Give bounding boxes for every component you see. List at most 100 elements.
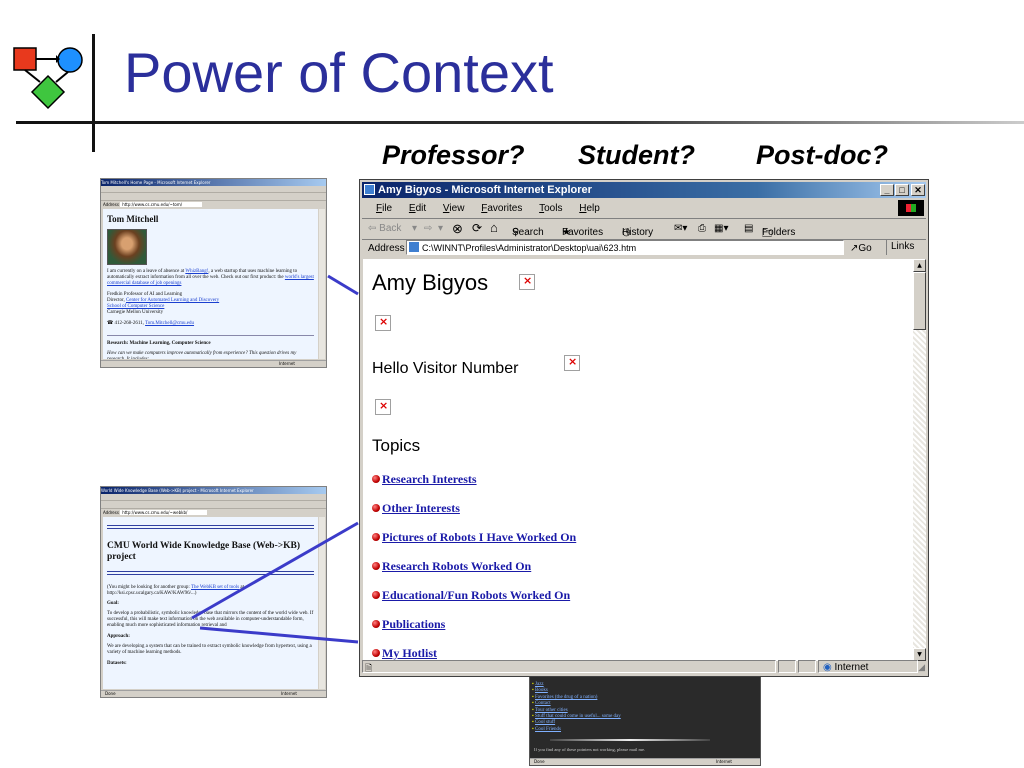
tom-scrollbar[interactable] bbox=[319, 209, 325, 359]
menu-tools[interactable]: Tools bbox=[539, 203, 562, 214]
topic-link-other-interests[interactable]: Other Interests bbox=[372, 501, 460, 516]
menu-edit[interactable]: Edit bbox=[409, 203, 426, 214]
resize-grip-icon[interactable]: ◢ bbox=[918, 660, 925, 674]
menu-favorites[interactable]: Favorites bbox=[481, 203, 522, 214]
edit-icon[interactable]: ▦▾ bbox=[714, 223, 728, 234]
topic-link-publications[interactable]: Publications bbox=[372, 617, 445, 632]
back-dropdown-icon[interactable]: ▾ bbox=[412, 223, 417, 234]
topic-link-research-interests[interactable]: Research Interests bbox=[372, 472, 477, 487]
bullet-icon bbox=[372, 504, 380, 512]
webkb-address-bar: Address http://www.cs.cmu.edu/~webkb/ bbox=[101, 509, 326, 516]
webkb-tools-link[interactable]: The WebKB set of tools bbox=[191, 585, 239, 590]
webkb-page-content: CMU World Wide Knowledge Base (Web->KB) … bbox=[103, 517, 318, 689]
bullet-icon bbox=[372, 591, 380, 599]
refresh-icon[interactable]: ⟳ bbox=[472, 221, 482, 235]
address-input[interactable]: C:\WINNT\Profiles\Administrator\Desktop\… bbox=[406, 240, 844, 255]
title-divider-horizontal bbox=[16, 121, 1024, 124]
broken-image-icon bbox=[375, 399, 391, 415]
ie-page-icon bbox=[364, 184, 375, 195]
broken-image-icon bbox=[564, 355, 580, 371]
home-icon[interactable]: ⌂ bbox=[490, 220, 498, 235]
question-postdoc: Post-doc? bbox=[756, 140, 888, 170]
dark-page-window: ▪ Jazz ▪ Books ▪ Favorites (the drug of … bbox=[529, 668, 761, 766]
status-page-icon: 🗎 bbox=[365, 663, 373, 673]
context-logo-icon bbox=[13, 47, 83, 110]
bullet-icon bbox=[372, 562, 380, 570]
topic-link-robot-pictures[interactable]: Pictures of Robots I Have Worked On bbox=[372, 530, 576, 545]
topic-link-hotlist[interactable]: My Hotlist bbox=[372, 646, 437, 661]
webkb-scrollbar[interactable] bbox=[319, 517, 325, 689]
menu-view[interactable]: View bbox=[443, 203, 465, 214]
webkb-window: World Wide Knowledge Base (Web->KB) proj… bbox=[100, 486, 327, 698]
topics-heading: Topics bbox=[372, 436, 421, 455]
scs-link[interactable]: School of Computer Science bbox=[107, 304, 164, 309]
menu-help[interactable]: Help bbox=[579, 203, 600, 214]
globe-icon: ◉ bbox=[823, 662, 832, 673]
visitor-counter-label: Hello Visitor Number bbox=[372, 360, 519, 377]
webkb-status-bar: Done Internet bbox=[101, 690, 326, 697]
windows-logo-icon bbox=[898, 200, 924, 216]
title-divider-vertical bbox=[92, 34, 95, 152]
slide-title: Power of Context bbox=[124, 41, 554, 104]
links-button[interactable]: Links » bbox=[886, 240, 926, 266]
status-cell bbox=[798, 660, 816, 673]
print-icon[interactable]: ⎙ bbox=[698, 223, 706, 234]
discuss-icon[interactable]: ▤ bbox=[744, 223, 753, 234]
stop-icon[interactable]: ⊗ bbox=[452, 221, 463, 237]
menu-file[interactable]: File bbox=[376, 203, 392, 214]
bullet-icon bbox=[372, 649, 380, 657]
tom-menu-bar bbox=[101, 186, 326, 193]
dark-rule bbox=[550, 739, 710, 741]
page-vertical-scrollbar[interactable]: ▲ ▼ bbox=[913, 259, 926, 661]
dark-link-list: ▪ Jazz ▪ Books ▪ Favorites (the drug of … bbox=[532, 682, 621, 733]
email-link[interactable]: Tom.Mitchell@cmu.edu bbox=[145, 321, 194, 326]
dark-footer: If you find any of these pointers not wo… bbox=[534, 747, 646, 752]
tom-name-heading: Tom Mitchell bbox=[107, 214, 159, 224]
ie-status-bar: 🗎 ◉ Internet ◢ bbox=[362, 660, 926, 674]
whizbang-link[interactable]: WhizBang! bbox=[185, 269, 208, 274]
webkb-toolbar bbox=[101, 501, 326, 509]
scroll-thumb[interactable] bbox=[913, 272, 926, 330]
mail-icon[interactable]: ✉▾ bbox=[674, 223, 687, 234]
question-professor: Professor? bbox=[382, 140, 525, 170]
webkb-heading: CMU World Wide Knowledge Base (Web->KB) … bbox=[107, 541, 301, 562]
tom-address-bar: Address http://www.cs.cmu.edu/~tom/ bbox=[101, 201, 326, 208]
amy-bigyos-ie-window: Amy Bigyos - Microsoft Internet Explorer… bbox=[359, 179, 929, 677]
dark-status-bar: Done Internet bbox=[530, 758, 760, 765]
ie-page-content: Amy Bigyos Hello Visitor Number Topics R… bbox=[363, 259, 913, 661]
status-zone-cell: ◉ Internet bbox=[818, 660, 918, 673]
forward-button[interactable]: ⇨ bbox=[424, 223, 432, 234]
address-label: Address bbox=[368, 243, 405, 254]
scroll-up-button[interactable]: ▲ bbox=[913, 259, 926, 272]
ie-address-bar: Address C:\WINNT\Profiles\Administrator\… bbox=[362, 239, 926, 266]
dark-link[interactable]: ▪ Cool Friends bbox=[532, 727, 621, 733]
ie-title-bar[interactable]: Amy Bigyos - Microsoft Internet Explorer… bbox=[362, 182, 926, 198]
minimize-button[interactable]: _ bbox=[880, 184, 894, 196]
webkb-title-bar: World Wide Knowledge Base (Web->KB) proj… bbox=[101, 487, 326, 494]
bullet-icon bbox=[372, 620, 380, 628]
topic-link-educational-robots[interactable]: Educational/Fun Robots Worked On bbox=[372, 588, 570, 603]
bullet-icon bbox=[372, 475, 380, 483]
tom-status-bar: Internet bbox=[101, 360, 326, 367]
ie-toolbar: ⇦ Back ▾ ⇨ ▾ ⊗ ⟳ ⌂ ⚲ Search ★ Favorites ◷… bbox=[362, 218, 926, 240]
webkb-menu-bar bbox=[101, 494, 326, 501]
broken-image-icon bbox=[375, 315, 391, 331]
tom-title-bar: Tom Mitchell's Home Page - Microsoft Int… bbox=[101, 179, 326, 186]
topic-link-research-robots[interactable]: Research Robots Worked On bbox=[372, 559, 531, 574]
page-heading: Amy Bigyos bbox=[372, 270, 489, 295]
tom-toolbar bbox=[101, 193, 326, 201]
tom-mitchell-window: Tom Mitchell's Home Page - Microsoft Int… bbox=[100, 178, 327, 368]
go-button[interactable]: ↗Go bbox=[850, 243, 872, 254]
back-button[interactable]: ⇦ Back bbox=[368, 223, 401, 234]
page-icon bbox=[409, 242, 419, 252]
question-student: Student? bbox=[578, 140, 695, 170]
status-cell bbox=[778, 660, 796, 673]
ie-menu-bar: File Edit View Favorites Tools Help bbox=[362, 200, 926, 219]
forward-dropdown-icon[interactable]: ▾ bbox=[438, 223, 443, 234]
cald-link[interactable]: Center for Automated Learning and Discov… bbox=[126, 298, 219, 303]
close-button[interactable]: ✕ bbox=[911, 184, 925, 196]
maximize-button[interactable]: □ bbox=[895, 184, 909, 196]
tom-photo bbox=[107, 229, 147, 265]
phone-icon: ☎ bbox=[107, 321, 114, 326]
status-main-cell: 🗎 bbox=[362, 660, 776, 673]
